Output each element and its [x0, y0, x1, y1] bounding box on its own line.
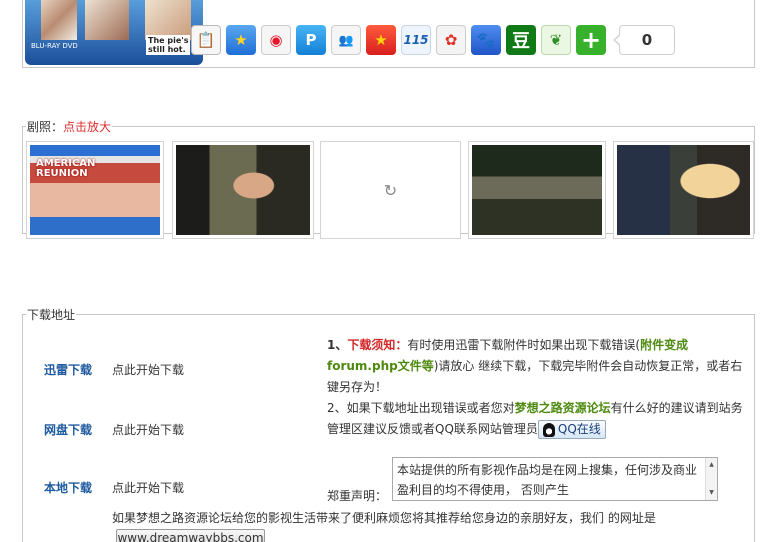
- note-2: 2、如果下载地址出现错误或者您对梦想之路资源论坛有什么好的建议请到站务管理区建议…: [327, 398, 753, 440]
- douban-icon[interactable]: 豆: [506, 25, 536, 55]
- cover-art-title: AMERICAN REUNION: [36, 158, 96, 179]
- more-share-icon[interactable]: +: [576, 25, 606, 55]
- sina-weibo-icon[interactable]: ◉: [261, 25, 291, 55]
- poster-tagline: The pie's still hot.: [146, 35, 191, 55]
- download-section: 下载地址 迅雷下载 点此开始下载 网盘下载 点此开始下载 本地下载 点此开始下载…: [22, 306, 755, 542]
- thunder-download-label: 迅雷下载: [44, 363, 93, 377]
- poster-actor-2: [85, 0, 129, 40]
- zoom-link[interactable]: 点击放大: [63, 120, 111, 134]
- download-legend: 下载地址: [27, 308, 76, 322]
- local-download-label: 本地下载: [44, 481, 93, 495]
- baidu-icon[interactable]: 🐾: [471, 25, 501, 55]
- screenshot-thumb-4[interactable]: [468, 141, 606, 239]
- movie-poster[interactable]: BLU-RAY DVD The pie's still hot.: [25, 0, 203, 65]
- screenshot-thumb-5[interactable]: [613, 141, 754, 239]
- site-url-button[interactable]: www.dreamwaybbs.com: [116, 529, 265, 542]
- declaration-textarea[interactable]: 本站提供的所有影视作品均是在网上搜集，任何涉及商业盈利目的均不得使用， 否则产生…: [392, 457, 718, 501]
- poster-actor-3: [145, 0, 191, 40]
- tencent-weibo-icon[interactable]: ✿: [436, 25, 466, 55]
- screenshot-thumb-3[interactable]: ↻: [320, 141, 461, 239]
- local-download-link[interactable]: 点此开始下载: [112, 479, 184, 496]
- share-count: 0: [613, 25, 675, 55]
- poster-bluray-logo: BLU-RAY DVD: [31, 42, 78, 50]
- poster-actor-1: [41, 0, 77, 40]
- loading-reload-icon: ↻: [383, 180, 398, 200]
- note-1: 1、下载须知：有时使用迅雷下载附件时如果出现下载错误(附件变成forum.php…: [327, 338, 743, 394]
- screenshot-thumb-2[interactable]: [172, 141, 314, 239]
- share-toolbar: 📋 ★ ◉ P 👥 ★ 115 ✿ 🐾 豆 ❦ + 0: [191, 24, 675, 56]
- declaration-label: 郑重声明：: [327, 489, 388, 503]
- fanfou-icon[interactable]: ❦: [541, 25, 571, 55]
- qzone-icon[interactable]: ★: [226, 25, 256, 55]
- screenshot-image-5: [617, 145, 750, 235]
- declaration-scrollbar[interactable]: ▲ ▼: [705, 458, 717, 500]
- kaixin-icon[interactable]: ★: [366, 25, 396, 55]
- qq-online-button[interactable]: QQ在线: [537, 420, 606, 439]
- screenshots-legend: 剧照：点击放大: [27, 120, 112, 134]
- screenshots-section: 剧照：点击放大 AMERICAN REUNION ↻: [22, 118, 755, 239]
- screenshot-thumb-1[interactable]: AMERICAN REUNION: [26, 141, 164, 239]
- copy-link-icon[interactable]: 📋: [191, 25, 221, 55]
- screenshot-image-2: [176, 145, 310, 235]
- forum-name-link[interactable]: 梦想之路资源论坛: [515, 401, 611, 415]
- renren-icon[interactable]: 👥: [331, 25, 361, 55]
- thunder-download-link[interactable]: 点此开始下载: [112, 361, 184, 378]
- netdisk-download-link[interactable]: 点此开始下载: [112, 421, 184, 438]
- netdisk-download-label: 网盘下载: [44, 423, 93, 437]
- download-notes: 1、下载须知：有时使用迅雷下载附件时如果出现下载错误(附件变成forum.php…: [327, 335, 753, 440]
- pengyou-icon[interactable]: P: [296, 25, 326, 55]
- qq-penguin-icon: [542, 422, 555, 437]
- recommend-text: 如果梦想之路资源论坛给您的影视生活带来了便利麻烦您将其推荐给您身边的亲朋好友，我…: [112, 511, 656, 525]
- screenshot-image-cover: AMERICAN REUNION: [30, 145, 160, 235]
- screenshot-image-4: [472, 145, 602, 235]
- 115-icon[interactable]: 115: [401, 25, 431, 55]
